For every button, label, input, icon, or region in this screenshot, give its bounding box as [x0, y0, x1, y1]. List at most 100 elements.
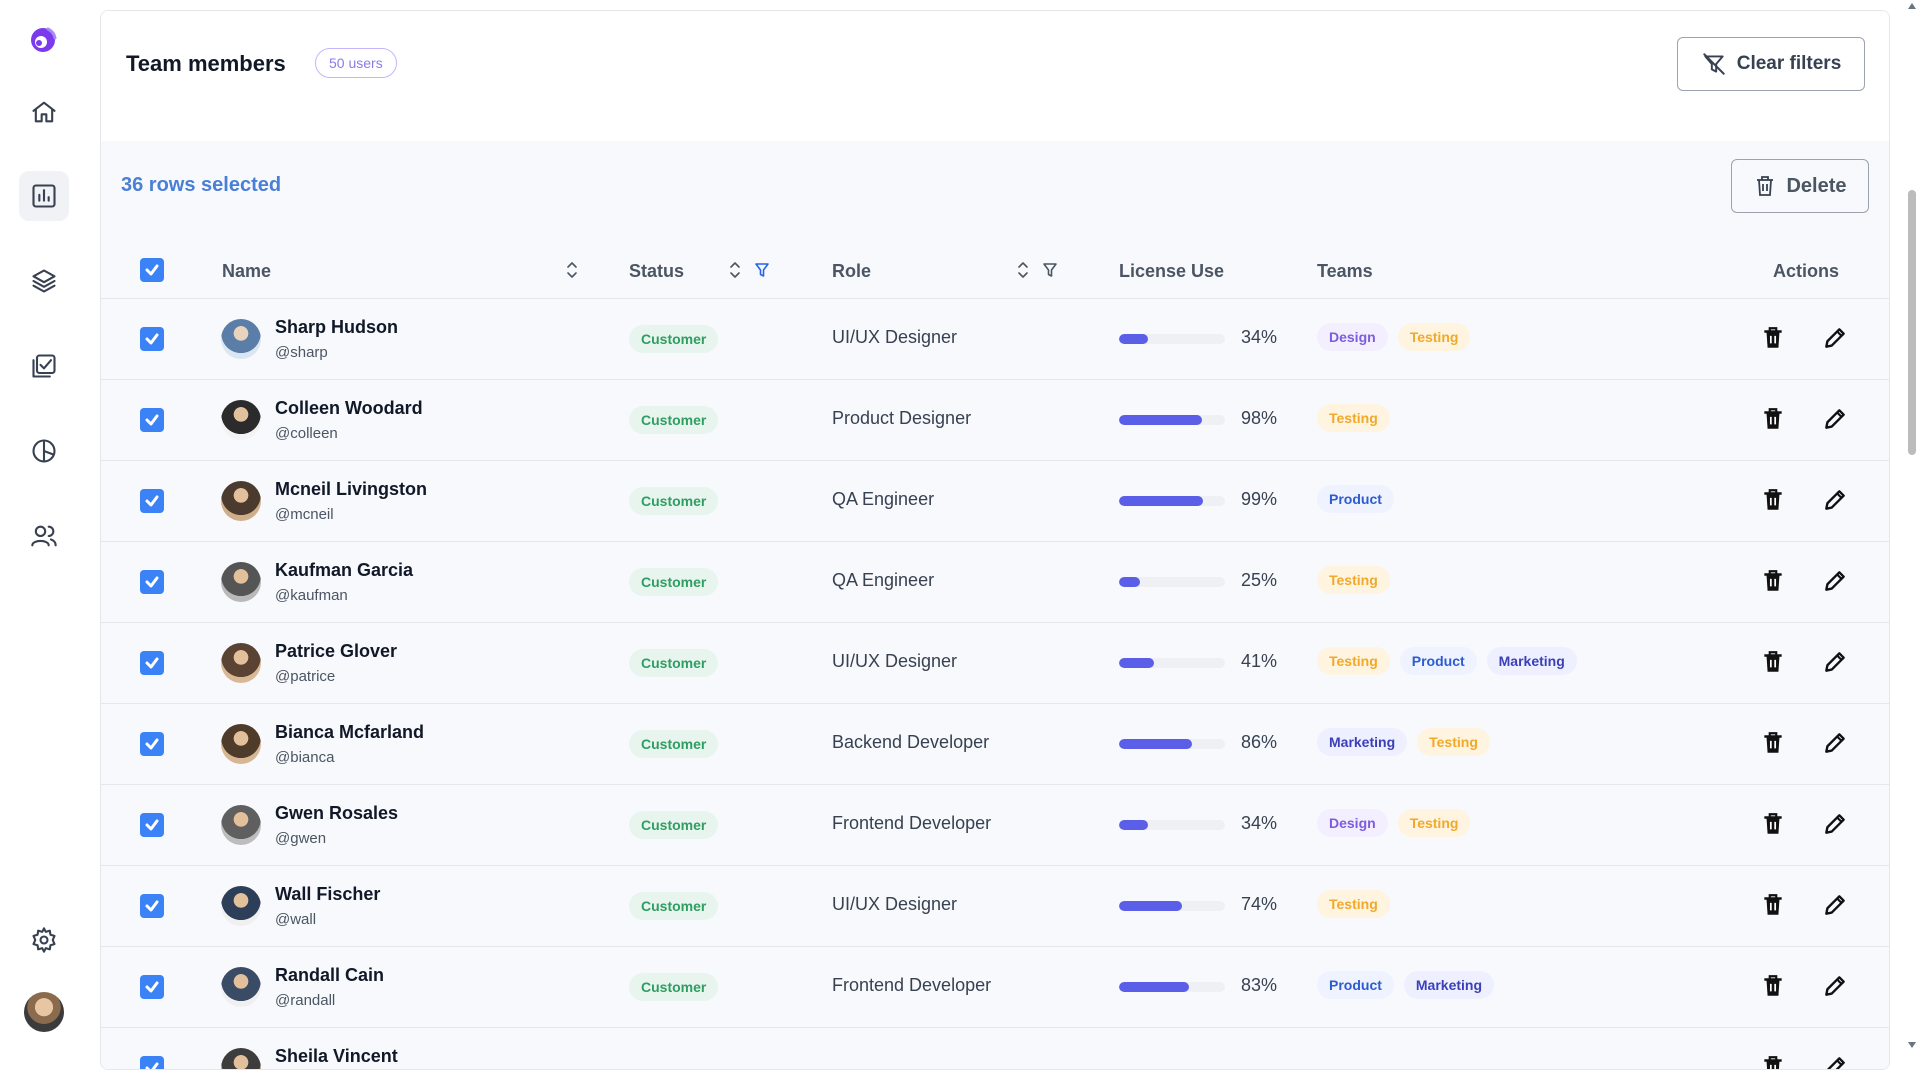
row-checkbox[interactable]	[140, 489, 164, 513]
team-tags: Product Marketing	[1317, 971, 1495, 999]
scroll-down-arrow-icon[interactable]	[1908, 1042, 1916, 1048]
filter-status-icon[interactable]	[754, 259, 770, 281]
delete-row-button[interactable]	[1756, 888, 1790, 922]
pencil-icon	[1825, 895, 1845, 915]
sidebar-item-users[interactable]	[19, 511, 69, 561]
table-row[interactable]: Patrice Glover @patrice Customer UI/UX Desi…	[101, 623, 1889, 704]
edit-row-button[interactable]	[1818, 969, 1852, 1003]
row-checkbox[interactable]	[140, 894, 164, 918]
user-role: Frontend Developer	[832, 813, 992, 833]
clear-filters-button[interactable]: Clear filters	[1677, 37, 1865, 91]
user-name[interactable]: Colleen Woodard	[275, 398, 423, 419]
sort-name-icon[interactable]	[564, 259, 580, 281]
user-avatar	[221, 805, 261, 845]
brand-logo-icon[interactable]	[28, 24, 58, 54]
table-row[interactable]: Bianca Mcfarland @bianca Customer Backend D…	[101, 704, 1889, 785]
team-tag-marketing: Marketing	[1317, 728, 1408, 756]
table-row[interactable]: Sharp Hudson @sharp Customer UI/UX Designer…	[101, 299, 1889, 380]
user-handle: @patrice	[275, 668, 336, 685]
edit-row-button[interactable]	[1818, 726, 1852, 760]
delete-row-button[interactable]	[1756, 1050, 1790, 1069]
sidebar-item-analytics[interactable]	[19, 171, 69, 221]
scrollbar-thumb[interactable]	[1908, 190, 1916, 455]
row-checkbox[interactable]	[140, 408, 164, 432]
delete-row-button[interactable]	[1756, 807, 1790, 841]
delete-row-button[interactable]	[1756, 564, 1790, 598]
edit-row-button[interactable]	[1818, 402, 1852, 436]
sidebar-item-settings[interactable]	[19, 915, 69, 965]
delete-row-button[interactable]	[1756, 645, 1790, 679]
user-name[interactable]: Sheila Vincent	[275, 1046, 398, 1067]
delete-row-button[interactable]	[1756, 321, 1790, 355]
current-user-avatar[interactable]	[24, 992, 64, 1032]
table-row[interactable]: Randall Cain @randall Customer Frontend Dev…	[101, 947, 1889, 1028]
filter-role-icon[interactable]	[1042, 259, 1058, 281]
user-name[interactable]: Bianca Mcfarland	[275, 722, 424, 743]
pencil-icon	[1825, 652, 1845, 672]
user-name[interactable]: Kaufman Garcia	[275, 560, 413, 581]
status-badge: Customer	[629, 325, 719, 353]
edit-row-button[interactable]	[1818, 564, 1852, 598]
user-name[interactable]: Sharp Hudson	[275, 317, 398, 338]
row-checkbox[interactable]	[140, 975, 164, 999]
sidebar-item-home[interactable]	[19, 87, 69, 137]
license-progress-fill	[1119, 496, 1203, 506]
scroll-up-arrow-icon[interactable]	[1908, 3, 1916, 9]
user-name[interactable]: Mcneil Livingston	[275, 479, 427, 500]
team-tags: Testing Product Marketing	[1317, 647, 1577, 675]
row-checkbox[interactable]	[140, 1056, 164, 1069]
bulk-delete-button[interactable]: Delete	[1731, 159, 1869, 213]
user-name[interactable]: Wall Fischer	[275, 884, 380, 905]
team-tag-marketing: Marketing	[1403, 971, 1495, 999]
check-icon	[145, 333, 159, 345]
user-handle: @sharp	[275, 344, 328, 361]
edit-row-button[interactable]	[1818, 1050, 1852, 1069]
user-name[interactable]: Randall Cain	[275, 965, 384, 986]
row-checkbox[interactable]	[140, 813, 164, 837]
license-percentage: 86%	[1240, 732, 1277, 752]
sidebar-item-tasks[interactable]	[19, 341, 69, 391]
delete-row-button[interactable]	[1756, 726, 1790, 760]
license-percentage: 34%	[1240, 813, 1277, 833]
page-scrollbar[interactable]	[1905, 0, 1919, 1053]
checklist-icon	[32, 354, 56, 378]
user-avatar	[221, 1048, 261, 1069]
team-tags: Marketing Testing	[1317, 728, 1490, 756]
row-checkbox[interactable]	[140, 651, 164, 675]
team-members-panel: Team members 50 users Clear filters 36 r…	[100, 10, 1890, 1070]
user-name[interactable]: Gwen Rosales	[275, 803, 398, 824]
user-avatar	[221, 886, 261, 926]
table-row[interactable]: Wall Fischer @wall Customer UI/UX Designer 7…	[101, 866, 1889, 947]
sort-status-icon[interactable]	[727, 259, 743, 281]
table-row[interactable]: Kaufman Garcia @kaufman Customer QA Enginee…	[101, 542, 1889, 623]
row-checkbox[interactable]	[140, 732, 164, 756]
status-badge: Customer	[629, 811, 719, 839]
table-row[interactable]: Colleen Woodard @colleen Customer Product D…	[101, 380, 1889, 461]
edit-row-button[interactable]	[1818, 483, 1852, 517]
delete-row-button[interactable]	[1756, 483, 1790, 517]
license-progress-bar	[1119, 901, 1225, 911]
delete-row-button[interactable]	[1756, 402, 1790, 436]
trash-icon	[1764, 813, 1782, 834]
sidebar-item-reports[interactable]	[19, 426, 69, 476]
edit-row-button[interactable]	[1818, 888, 1852, 922]
edit-row-button[interactable]	[1818, 645, 1852, 679]
license-progress-fill	[1119, 739, 1192, 749]
trash-icon	[1764, 975, 1782, 996]
pie-chart-icon	[32, 439, 56, 463]
users-icon	[31, 525, 57, 547]
table-row[interactable]: Mcneil Livingston @mcneil Customer QA Engin…	[101, 461, 1889, 542]
edit-row-button[interactable]	[1818, 321, 1852, 355]
edit-row-button[interactable]	[1818, 807, 1852, 841]
select-all-checkbox[interactable]	[140, 258, 164, 282]
sort-role-icon[interactable]	[1015, 259, 1031, 281]
license-progress-bar	[1119, 577, 1225, 587]
table-row[interactable]: Sheila Vincent	[101, 1028, 1889, 1069]
user-name[interactable]: Patrice Glover	[275, 641, 397, 662]
row-checkbox[interactable]	[140, 570, 164, 594]
row-checkbox[interactable]	[140, 327, 164, 351]
team-tags: Testing	[1317, 404, 1390, 432]
delete-row-button[interactable]	[1756, 969, 1790, 1003]
table-row[interactable]: Gwen Rosales @gwen Customer Frontend Develo…	[101, 785, 1889, 866]
sidebar-item-layers[interactable]	[19, 256, 69, 306]
